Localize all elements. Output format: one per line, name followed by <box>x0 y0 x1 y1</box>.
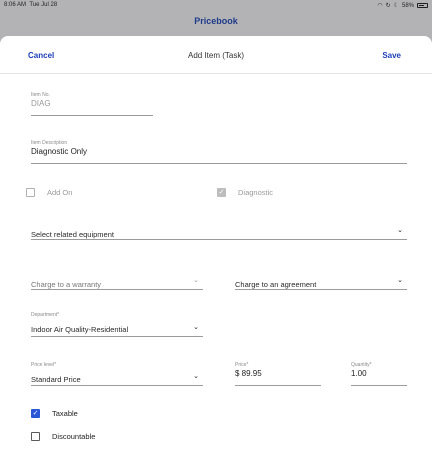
agreement-select[interactable]: Charge to an agreement ⌄ <box>235 274 407 290</box>
battery-percent: 58% <box>401 2 414 9</box>
related-equipment-placeholder: Select related equipment <box>31 230 114 239</box>
price-label: Price* <box>235 362 249 368</box>
add-on-label: Add On <box>47 188 73 197</box>
price-field[interactable]: Price* $ 89.95 <box>235 362 321 386</box>
moon-icon: ☾ <box>393 3 399 9</box>
wifi-icon: ◠ <box>377 3 383 9</box>
orientation-lock-icon: ↻ <box>385 3 391 9</box>
status-bar: 8:06 AM Tue Jul 28 ◠ ↻ ☾ 58% <box>0 0 432 12</box>
chevron-down-icon: ⌄ <box>397 227 403 234</box>
agreement-placeholder: Charge to an agreement <box>235 280 317 289</box>
add-on-box[interactable] <box>26 188 35 197</box>
add-item-sheet: Cancel Add Item (Task) Save Item No. DIA… <box>0 36 432 454</box>
discountable-label: Discountable <box>52 432 96 441</box>
item-description-label: Item Description <box>31 140 68 146</box>
chevron-down-icon: ⌄ <box>397 277 403 284</box>
related-equipment-select[interactable]: Select related equipment ⌄ <box>31 224 407 240</box>
diagnostic-label: Diagnostic <box>238 188 274 197</box>
add-on-checkbox[interactable]: Add On <box>26 188 72 197</box>
discountable-box[interactable] <box>31 432 40 441</box>
battery-icon <box>417 3 428 8</box>
save-button[interactable]: Save <box>382 51 401 60</box>
chevron-down-icon: ⌄ <box>193 373 199 380</box>
status-indicators: ◠ ↻ ☾ 58% <box>377 2 428 9</box>
diagnostic-checkbox[interactable]: ✓ Diagnostic <box>217 188 273 197</box>
taxable-label: Taxable <box>52 409 78 418</box>
sheet-header: Cancel Add Item (Task) Save <box>0 36 432 74</box>
item-no-field[interactable]: Item No. DIAG <box>31 92 153 116</box>
price-value: $ 89.95 <box>235 369 262 378</box>
quantity-field[interactable]: Quantity* 1.00 <box>351 362 407 386</box>
department-value: Indoor Air Quality-Residential <box>31 325 129 334</box>
discountable-checkbox[interactable]: Discountable <box>31 432 95 441</box>
status-time: 8:06 AM Tue Jul 28 <box>4 2 58 8</box>
price-level-label: Price level* <box>31 362 57 368</box>
department-select[interactable]: Department* Indoor Air Quality-Residenti… <box>31 312 203 337</box>
quantity-value: 1.00 <box>351 369 367 378</box>
taxable-checkbox[interactable]: ✓ Taxable <box>31 409 78 418</box>
diagnostic-box[interactable]: ✓ <box>217 188 226 197</box>
warranty-select[interactable]: Charge to a warranty ⌄ <box>31 274 203 290</box>
chevron-down-icon: ⌄ <box>193 323 199 331</box>
item-description-value: Diagnostic Only <box>31 147 88 156</box>
background-page-title: Pricebook <box>194 16 238 26</box>
price-level-select[interactable]: Price level* Standard Price ⌄ <box>31 362 203 386</box>
department-label: Department* <box>31 312 60 318</box>
sheet-title: Add Item (Task) <box>187 51 244 60</box>
quantity-label: Quantity* <box>351 362 372 368</box>
item-no-value: DIAG <box>31 99 51 108</box>
warranty-placeholder: Charge to a warranty <box>31 280 102 289</box>
chevron-down-icon: ⌄ <box>193 277 199 284</box>
item-no-label: Item No. <box>31 92 50 98</box>
price-level-value: Standard Price <box>31 375 81 384</box>
item-description-field[interactable]: Item Description Diagnostic Only <box>31 140 407 164</box>
taxable-box[interactable]: ✓ <box>31 409 40 418</box>
